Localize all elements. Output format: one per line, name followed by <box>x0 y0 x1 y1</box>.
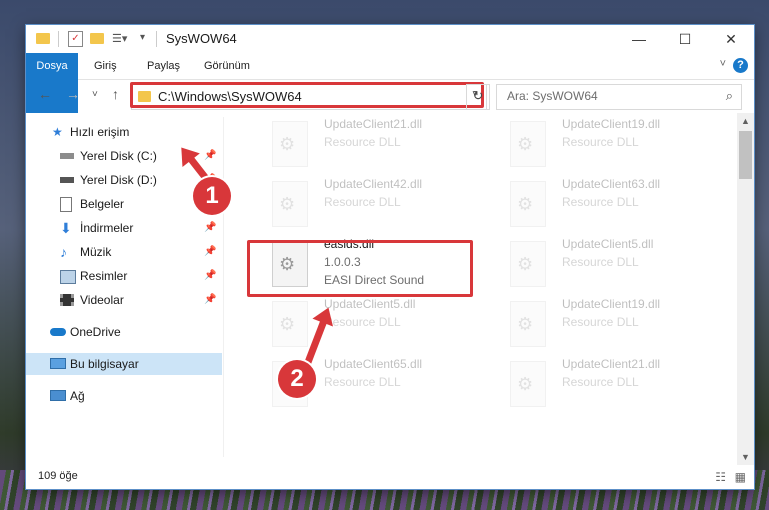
music-icon: ♪ <box>60 244 67 260</box>
sidebar-item-downloads[interactable]: ⬇ İndirmeler 📌 <box>26 217 222 239</box>
video-icon <box>60 294 74 306</box>
navigation-bar: ← → ˅ ↑ C:\Windows\SysWOW64 ˅ ↻ Ara: Sys… <box>26 80 754 112</box>
search-icon: ⌕ <box>725 88 733 103</box>
sidebar-item-local-disk-d[interactable]: Yerel Disk (D:) 📌 <box>26 169 222 191</box>
status-bar: 109 öğe ☷ ▦ <box>26 465 754 489</box>
pin-icon[interactable]: 📌 <box>204 289 216 311</box>
customize-toolbar-icon[interactable]: ☰▾ <box>112 32 127 48</box>
qat-dropdown-icon[interactable]: ▾ <box>140 32 145 48</box>
window-title: SysWOW64 <box>166 31 237 46</box>
dll-file-icon <box>272 181 308 227</box>
divider <box>58 31 59 47</box>
pin-icon[interactable]: 📌 <box>204 145 216 167</box>
file-item[interactable]: UpdateClient21.dll Resource DLL <box>504 355 724 415</box>
tab-view[interactable]: Görünüm <box>196 53 258 79</box>
sidebar-item-this-pc[interactable]: Bu bilgisayar <box>26 353 222 375</box>
sidebar-item-pictures[interactable]: Resimler 📌 <box>26 265 222 287</box>
title-bar: ✓ ☰▾ ▾ SysWOW64 — ☐ ✕ <box>26 25 754 53</box>
item-count: 109 öğe <box>38 470 78 482</box>
search-placeholder: Ara: SysWOW64 <box>507 89 598 103</box>
network-icon <box>50 390 66 401</box>
folder-icon <box>36 33 50 44</box>
sidebar-item-videos[interactable]: Videolar 📌 <box>26 289 222 311</box>
computer-icon <box>50 358 66 369</box>
help-icon[interactable]: ? <box>733 58 748 73</box>
refresh-icon[interactable]: ↻ <box>466 84 490 110</box>
download-icon: ⬇ <box>60 220 72 236</box>
dll-file-icon <box>272 121 308 167</box>
up-icon[interactable]: ↑ <box>112 86 119 102</box>
file-item[interactable]: UpdateClient42.dll Resource DLL <box>266 175 486 235</box>
file-highlight-box <box>247 240 473 297</box>
document-icon <box>60 197 72 212</box>
drive-icon <box>60 153 74 159</box>
dll-file-icon <box>510 121 546 167</box>
file-item[interactable]: UpdateClient63.dll Resource DLL <box>504 175 724 235</box>
ribbon-tabs: Dosya Giriş Paylaş Görünüm ˅ ? <box>26 53 754 113</box>
dll-file-icon <box>510 361 546 407</box>
dll-file-icon <box>510 301 546 347</box>
file-explorer-window: ✓ ☰▾ ▾ SysWOW64 — ☐ ✕ Dosya Giriş Paylaş… <box>26 25 754 489</box>
callout-1: 1 <box>193 177 231 215</box>
file-item[interactable]: UpdateClient19.dll Resource DLL <box>504 295 724 355</box>
sidebar-item-network[interactable]: Ağ <box>26 385 222 407</box>
pin-icon[interactable]: 📌 <box>204 265 216 287</box>
pictures-icon <box>60 270 76 284</box>
drive-icon <box>60 177 74 183</box>
file-item[interactable]: UpdateClient19.dll Resource DLL <box>504 115 724 175</box>
scroll-thumb[interactable] <box>739 131 752 179</box>
sidebar-item-music[interactable]: ♪ Müzik 📌 <box>26 241 222 263</box>
dll-file-icon <box>510 241 546 287</box>
expand-ribbon-icon[interactable]: ˅ <box>720 58 726 70</box>
pin-icon[interactable]: 📌 <box>204 217 216 239</box>
address-highlight-box <box>130 82 484 108</box>
star-icon: ★ <box>52 125 63 139</box>
dll-file-icon <box>272 301 308 347</box>
back-icon[interactable]: ← <box>38 86 52 102</box>
vertical-scrollbar[interactable]: ▲ ▼ <box>737 113 754 465</box>
file-item[interactable]: UpdateClient5.dll Resource DLL <box>504 235 724 295</box>
large-icons-view-icon[interactable]: ▦ <box>735 470 746 484</box>
forward-icon[interactable]: → <box>66 86 80 102</box>
divider <box>156 31 157 47</box>
recent-dropdown-icon[interactable]: ˅ <box>92 89 98 100</box>
details-view-icon[interactable]: ☷ <box>715 470 726 484</box>
new-folder-icon[interactable] <box>90 33 104 44</box>
scroll-down-icon[interactable]: ▼ <box>737 449 754 465</box>
file-item[interactable]: UpdateClient21.dll Resource DLL <box>266 115 486 175</box>
tab-share[interactable]: Paylaş <box>139 53 188 79</box>
pin-icon[interactable]: 📌 <box>204 241 216 263</box>
properties-icon[interactable]: ✓ <box>68 31 83 47</box>
search-input[interactable]: Ara: SysWOW64 ⌕ <box>496 84 742 110</box>
pane-divider <box>223 117 224 457</box>
cloud-icon <box>50 328 66 336</box>
maximize-button[interactable]: ☐ <box>662 25 708 53</box>
sidebar-item-quick-access[interactable]: ★ Hızlı erişim <box>26 121 222 143</box>
dll-file-icon <box>510 181 546 227</box>
sidebar-item-onedrive[interactable]: OneDrive <box>26 321 222 343</box>
close-button[interactable]: ✕ <box>708 25 754 53</box>
scroll-up-icon[interactable]: ▲ <box>737 113 754 129</box>
callout-2: 2 <box>278 360 316 398</box>
minimize-button[interactable]: — <box>616 25 662 53</box>
file-item[interactable]: UpdateClient5.dll Resource DLL <box>266 295 486 355</box>
tab-home[interactable]: Giriş <box>86 53 125 79</box>
